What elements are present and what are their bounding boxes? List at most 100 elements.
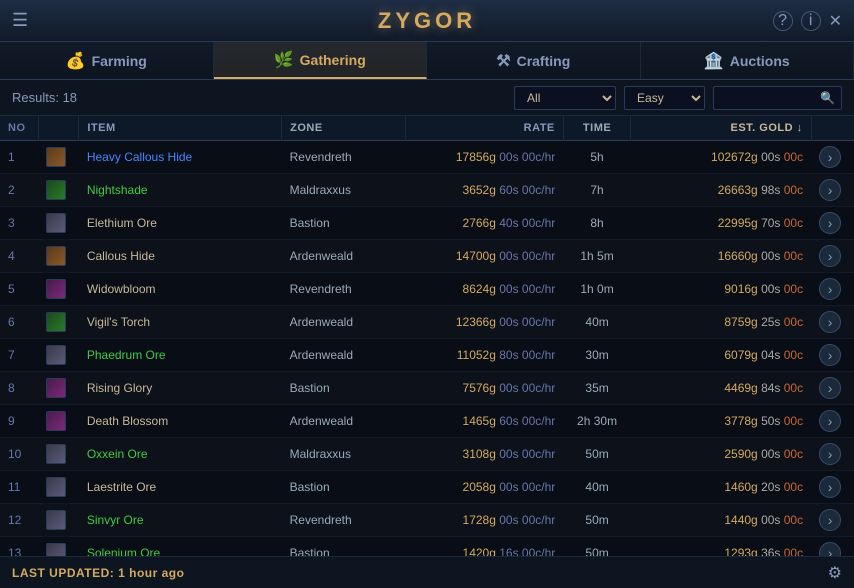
cell-no: 11 [0,471,38,504]
row-detail-button[interactable]: › [819,443,841,465]
estgold-silver: 00s [758,513,781,527]
estgold-gold: 3778g [724,414,757,428]
row-detail-button[interactable]: › [819,278,841,300]
search-input[interactable] [720,91,820,105]
cell-estgold: 6079g 04s 00c [631,339,811,372]
table-row: 13 Solenium Ore Bastion 1420g 16s 00c/hr… [0,537,854,557]
cell-estgold: 22995g 70s 00c [631,207,811,240]
estgold-gold: 1440g [724,513,757,527]
results-table-container: NO ITEM ZONE RATE TIME EST. GOLD ↓ 1 Hea… [0,116,854,556]
rate-gold: 3652g [463,183,496,197]
item-icon [46,147,66,167]
cell-zone: Bastion [282,372,406,405]
table-row: 8 Rising Glory Bastion 7576g 00s 00c/hr … [0,372,854,405]
cell-no: 2 [0,174,38,207]
tab-auctions[interactable]: 🏦 Auctions [641,42,854,79]
estgold-silver: 00s [758,150,781,164]
crafting-tab-icon: ⚒ [496,51,510,71]
settings-icon[interactable]: ⚙ [828,563,842,583]
cell-zone: Revendreth [282,141,406,174]
cell-estgold: 16660g 00s 00c [631,240,811,273]
header-actions: ? i ✕ [773,11,842,31]
rate-gold: 12366g [456,315,496,329]
estgold-copper: 00c [780,414,803,428]
rate-gold: 14700g [456,249,496,263]
cell-rate: 12366g 00s 00c/hr [406,306,564,339]
item-icon [46,378,66,398]
info-icon[interactable]: i [801,11,821,31]
row-detail-button[interactable]: › [819,509,841,531]
cell-item: Callous Hide [79,240,282,273]
estgold-silver: 98s [758,183,781,197]
row-detail-button[interactable]: › [819,344,841,366]
row-detail-button[interactable]: › [819,146,841,168]
cell-action: › [811,471,854,504]
cell-zone: Revendreth [282,504,406,537]
cell-action: › [811,372,854,405]
cell-estgold: 1440g 00s 00c [631,504,811,537]
table-row: 5 Widowbloom Revendreth 8624g 00s 00c/hr… [0,273,854,306]
item-icon [46,444,66,464]
item-icon [46,213,66,233]
cell-icon [38,372,79,405]
col-header-estgold[interactable]: EST. GOLD ↓ [631,116,811,141]
rate-gold: 2058g [463,480,496,494]
cell-item: Sinvyr Ore [79,504,282,537]
cell-item: Oxxein Ore [79,438,282,471]
row-detail-button[interactable]: › [819,476,841,498]
cell-icon [38,306,79,339]
cell-item: Widowbloom [79,273,282,306]
cell-icon [38,471,79,504]
tab-gathering[interactable]: 🌿 Gathering [214,42,428,79]
col-header-rate[interactable]: RATE [406,116,564,141]
close-icon[interactable]: ✕ [829,11,842,31]
row-detail-button[interactable]: › [819,542,841,556]
cell-icon [38,240,79,273]
col-header-zone[interactable]: ZONE [282,116,406,141]
cell-time: 35m [563,372,631,405]
menu-icon[interactable]: ☰ [12,10,28,31]
item-icon [46,510,66,530]
row-detail-button[interactable]: › [819,245,841,267]
item-icon [46,180,66,200]
estgold-copper: 00c [780,348,803,362]
cell-no: 7 [0,339,38,372]
rate-rest: 00s 00c/hr [496,282,555,296]
cell-time: 2h 30m [563,405,631,438]
difficulty-filter[interactable]: Easy Medium Hard [624,86,705,110]
crafting-tab-label: Crafting [517,53,571,69]
search-icon[interactable]: 🔍 [820,91,835,105]
row-detail-button[interactable]: › [819,311,841,333]
cell-rate: 7576g 00s 00c/hr [406,372,564,405]
cell-rate: 2058g 00s 00c/hr [406,471,564,504]
cell-time: 5h [563,141,631,174]
table-row: 10 Oxxein Ore Maldraxxus 3108g 00s 00c/h… [0,438,854,471]
auctions-tab-icon: 🏦 [704,51,724,71]
rate-gold: 1420g [463,546,496,556]
tab-crafting[interactable]: ⚒ Crafting [427,42,641,79]
cell-rate: 3108g 00s 00c/hr [406,438,564,471]
row-detail-button[interactable]: › [819,179,841,201]
row-detail-button[interactable]: › [819,377,841,399]
rate-rest: 00s 00c/hr [496,150,555,164]
cell-estgold: 9016g 00s 00c [631,273,811,306]
cell-time: 40m [563,471,631,504]
cell-rate: 2766g 40s 00c/hr [406,207,564,240]
col-header-time[interactable]: TIME [563,116,631,141]
col-header-item[interactable]: ITEM [79,116,282,141]
row-detail-button[interactable]: › [819,410,841,432]
cell-estgold: 102672g 00s 00c [631,141,811,174]
estgold-gold: 8759g [724,315,757,329]
estgold-gold: 22995g [718,216,758,230]
item-icon [46,345,66,365]
cell-estgold: 2590g 00s 00c [631,438,811,471]
estgold-gold: 9016g [724,282,757,296]
row-detail-button[interactable]: › [819,212,841,234]
tab-farming[interactable]: 💰 Farming [0,42,214,79]
cell-item: Laestrite Ore [79,471,282,504]
zone-filter[interactable]: All Revendreth Bastion Ardenweald Maldra… [514,86,616,110]
app-footer: LAST UPDATED: 1 hour ago ⚙ [0,556,854,588]
table-row: 1 Heavy Callous Hide Revendreth 17856g 0… [0,141,854,174]
rate-rest: 00s 00c/hr [496,513,555,527]
help-icon[interactable]: ? [773,11,793,31]
